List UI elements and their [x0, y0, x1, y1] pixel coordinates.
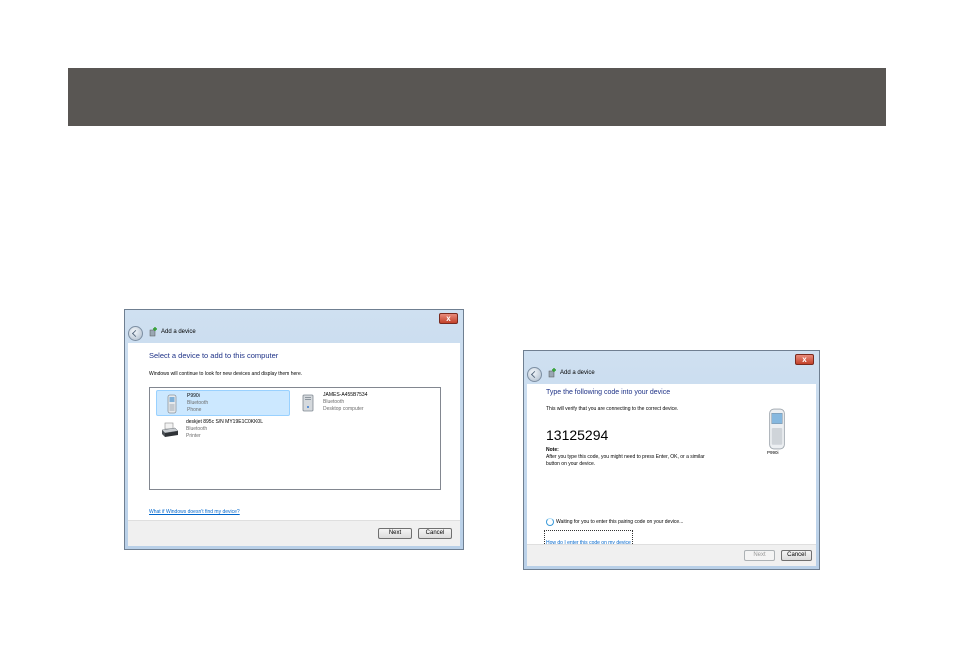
- printer-icon: [161, 422, 179, 437]
- back-button[interactable]: [128, 326, 143, 341]
- note-text-line-1: After you type this code, you might need…: [546, 454, 705, 460]
- window-title: Add a device: [560, 370, 595, 376]
- device-list[interactable]: P990i Bluetooth Phone JAMES-A455B7534 Bl…: [149, 387, 441, 490]
- back-button[interactable]: [527, 367, 542, 382]
- phone-icon: [769, 408, 785, 450]
- button-bar: Next Cancel: [128, 520, 460, 546]
- next-button[interactable]: Next: [378, 528, 412, 539]
- cancel-button[interactable]: Cancel: [781, 550, 812, 561]
- note-label: Note:: [546, 447, 559, 453]
- page-heading: Select a device to add to this computer: [149, 351, 279, 360]
- desktop-computer-icon: [302, 394, 314, 412]
- next-button[interactable]: Next: [744, 550, 775, 561]
- window-title: Add a device: [161, 329, 196, 335]
- progress-spinner-icon: [546, 518, 554, 526]
- add-device-dialog-pairing-code: x Add a device Type the following code i…: [523, 350, 820, 570]
- button-bar: Next Cancel: [527, 544, 816, 566]
- page-heading: Type the following code into your device: [546, 389, 671, 396]
- device-category: Phone: [187, 407, 202, 413]
- device-type: Bluetooth: [186, 426, 208, 432]
- cancel-button[interactable]: Cancel: [418, 528, 452, 539]
- device-item-deskjet-895c[interactable]: deskjet 895c S/N MY19E1C0KK0L Bluetooth …: [156, 417, 316, 443]
- device-item-james-a455b7534[interactable]: JAMES-A455B7534 Bluetooth Desktop comput…: [293, 390, 427, 416]
- content-area: Select a device to add to this computer …: [128, 343, 460, 522]
- device-item-p990i[interactable]: P990i Bluetooth Phone: [156, 390, 290, 416]
- instruction-text: Windows will continue to look for new de…: [149, 371, 303, 377]
- content-area: Type the following code into your device…: [527, 384, 816, 550]
- device-type: Bluetooth: [187, 400, 209, 406]
- note-text-line-2: button on your device.: [546, 461, 596, 467]
- instruction-text: This will verify that you are connecting…: [546, 406, 679, 412]
- add-device-dialog-select: x Add a device Select a device to add to…: [124, 309, 464, 550]
- add-device-icon: [149, 327, 157, 337]
- waiting-status-text: Waiting for you to enter this pairing co…: [556, 519, 684, 525]
- header-banner: [68, 68, 886, 126]
- pairing-code: 13125294: [546, 427, 609, 443]
- title-bar: Add a device: [526, 365, 817, 383]
- device-category: Desktop computer: [323, 406, 364, 412]
- phone-icon: [167, 394, 177, 414]
- device-name: JAMES-A455B7534: [323, 392, 368, 398]
- device-type: Bluetooth: [323, 399, 345, 405]
- device-name: P990i: [187, 393, 200, 399]
- close-button[interactable]: x: [795, 354, 814, 365]
- add-device-icon: [548, 368, 556, 378]
- device-category: Printer: [186, 433, 201, 439]
- device-name: deskjet 895c S/N MY19E1C0KK0L: [186, 419, 263, 425]
- device-name-label: P990i: [767, 450, 779, 455]
- close-button[interactable]: x: [439, 313, 458, 324]
- help-link[interactable]: What if Windows doesn't find my device?: [149, 509, 240, 515]
- title-bar: Add a device: [127, 324, 461, 342]
